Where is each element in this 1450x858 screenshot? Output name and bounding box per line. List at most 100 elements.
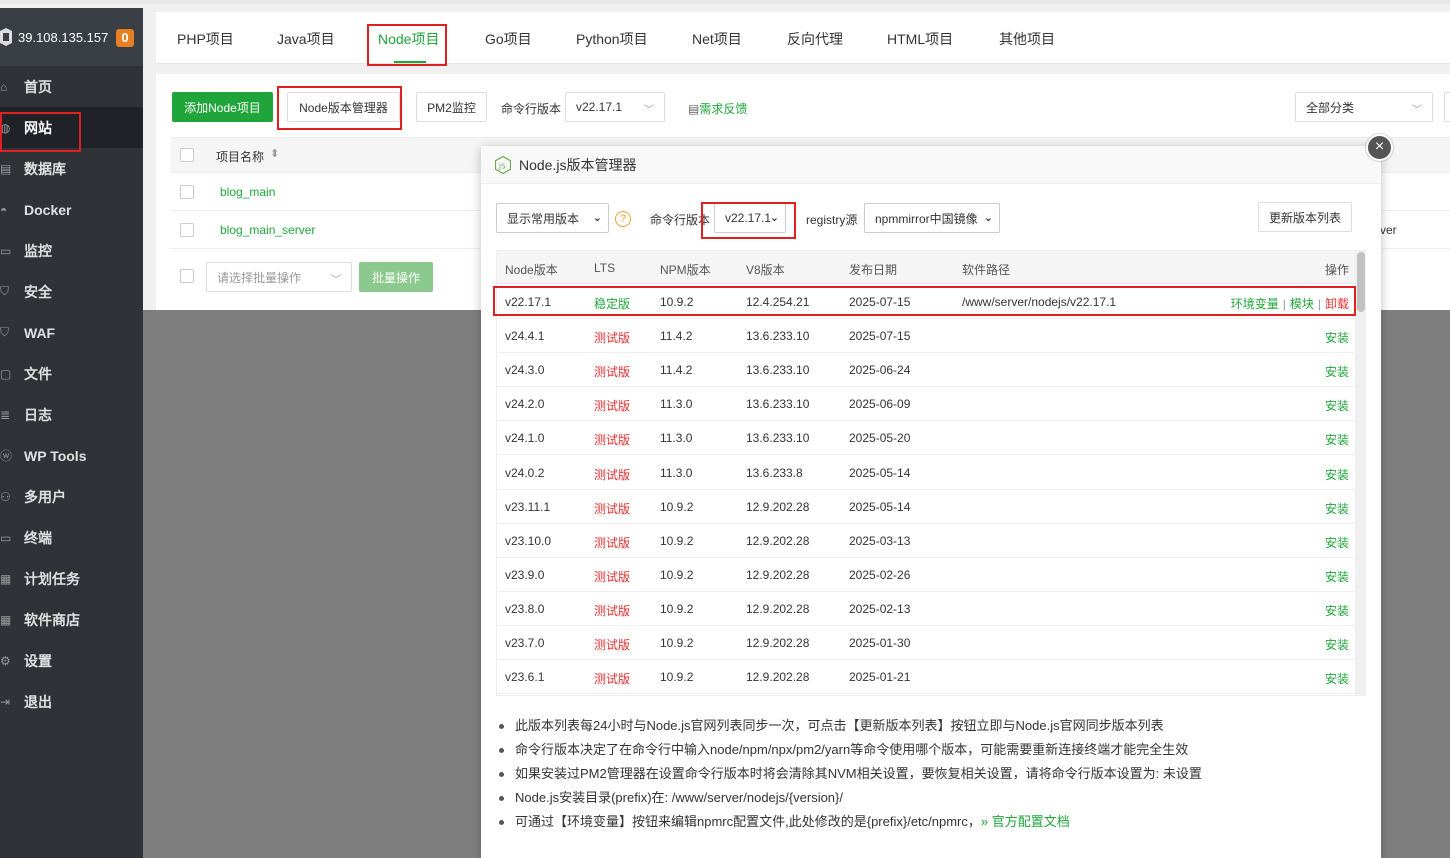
sidebar-item[interactable]: ▤ 数据库 [0, 148, 143, 189]
server-info[interactable]: 39.108.135.157 0 [0, 8, 143, 66]
project-link[interactable]: blog_main [220, 185, 275, 199]
col-project-name[interactable]: 项目名称 [216, 148, 264, 165]
node-version-cell: v23.10.0 [505, 533, 552, 548]
project-tab[interactable]: Go项目 [485, 29, 532, 49]
node-version-manager-button[interactable]: Node版本管理器 [287, 92, 400, 122]
sidebar-item[interactable]: ⇥ 退出 [0, 681, 143, 722]
install-link[interactable]: 安装 [1325, 570, 1349, 584]
sidebar-item[interactable]: ◓ Docker [0, 189, 143, 230]
node-version-cell: v23.9.0 [505, 567, 545, 582]
project-tab[interactable]: Net项目 [692, 29, 742, 49]
sidebar-item[interactable]: ▦ 软件商店 [0, 599, 143, 640]
sidebar-item[interactable]: ▦ 计划任务 [0, 558, 143, 599]
release-date-cell: 2025-05-14 [849, 499, 911, 514]
release-date-cell: 2025-02-26 [849, 567, 911, 582]
update-version-list-button[interactable]: 更新版本列表 [1258, 202, 1352, 232]
v8-version-cell: 13.6.233.8 [746, 465, 803, 480]
node-version-cell: v24.3.0 [505, 363, 545, 378]
feedback-link[interactable]: ▤需求反馈 [688, 100, 747, 117]
release-date-cell: 2025-01-21 [849, 670, 911, 685]
log-icon: ≣ [0, 407, 11, 422]
help-icon[interactable]: ? [615, 211, 631, 227]
install-link[interactable]: 安装 [1325, 536, 1349, 550]
install-link[interactable]: 安装 [1325, 638, 1349, 652]
batch-checkbox[interactable] [180, 269, 194, 283]
install-link[interactable]: 安装 [1325, 604, 1349, 618]
sidebar-item[interactable]: ⓦ WP Tools [0, 435, 143, 476]
modal-title-bar: JS Node.js版本管理器 [481, 146, 1381, 184]
cli-version-select[interactable]: v22.17.1 ﹀ [565, 92, 665, 122]
sidebar-item[interactable]: ▭ 终端 [0, 517, 143, 558]
project-tab[interactable]: Java项目 [277, 29, 335, 49]
docs-link[interactable]: » 官方配置文档 [981, 814, 1070, 829]
install-link[interactable]: 安装 [1325, 399, 1349, 413]
batch-operation-select[interactable]: 请选择批量操作 ﹀ [206, 262, 352, 292]
sort-icon[interactable]: ⬍ [270, 147, 279, 160]
chevron-down-icon: ⌄ [983, 212, 993, 224]
release-date-cell: 2025-05-20 [849, 431, 911, 446]
active-tab-underline [394, 61, 426, 63]
feedback-icon: ▤ [688, 102, 700, 116]
waf-shield-icon: ⛉ [0, 325, 10, 339]
batch-operation-button[interactable]: 批量操作 [359, 262, 433, 292]
sidebar-item[interactable]: ◍ 网站 [0, 107, 143, 148]
npm-version-cell: 11.3.0 [660, 431, 693, 446]
install-link[interactable]: 安装 [1325, 433, 1349, 447]
project-tab[interactable]: PHP项目 [177, 29, 234, 49]
alert-badge[interactable]: 0 [116, 29, 134, 47]
scrollbar-thumb[interactable] [1357, 252, 1365, 312]
actions-cell: 安装 [1325, 534, 1349, 551]
actions-cell: 安装 [1325, 568, 1349, 585]
sidebar-item[interactable]: ⛉ 安全 [0, 271, 143, 312]
version-table-scrollbar[interactable] [1356, 250, 1366, 696]
sidebar-item-label: 多用户 [24, 488, 66, 505]
project-tab[interactable]: HTML项目 [887, 29, 953, 49]
project-link[interactable]: blog_main_server [220, 223, 315, 237]
lts-cell: 测试版 [594, 399, 631, 414]
uninstall-link[interactable]: 卸载 [1325, 297, 1349, 311]
project-tab[interactable]: Node项目 [378, 29, 439, 49]
sidebar-item[interactable]: ▭ 监控 [0, 230, 143, 271]
node-version-cell: v22.17.1 [505, 295, 552, 309]
server-ip: 39.108.135.157 [18, 29, 109, 45]
row-checkbox[interactable] [180, 223, 194, 237]
row-checkbox[interactable] [180, 185, 194, 199]
sidebar-item-label: 安全 [24, 283, 52, 300]
version-filter-select[interactable]: 显示常用版本 ⌄ [496, 203, 609, 233]
lts-cell: 稳定版 [594, 297, 631, 311]
project-tab[interactable]: 反向代理 [787, 29, 843, 49]
registry-select[interactable]: npmmirror中国镜像 ⌄ [864, 203, 1000, 233]
install-link[interactable]: 安装 [1325, 468, 1349, 482]
sidebar-item[interactable]: ▢ 文件 [0, 353, 143, 394]
sidebar-item-label: 设置 [24, 652, 52, 669]
env-vars-link[interactable]: 环境变量 [1231, 297, 1279, 311]
module-link[interactable]: 模块 [1290, 297, 1314, 311]
project-tab[interactable]: Python项目 [576, 29, 648, 49]
v8-version-cell: 12.9.202.28 [746, 601, 810, 616]
release-date-cell: 2025-07-15 [849, 329, 911, 344]
sidebar-item-label: 日志 [24, 406, 52, 423]
actions-cell: 安装 [1325, 363, 1349, 380]
monitor-icon: ▭ [0, 243, 12, 258]
sidebar-item[interactable]: ⌂ 首页 [0, 66, 143, 107]
sidebar-item[interactable]: ⚇ 多用户 [0, 476, 143, 517]
category-select[interactable]: 全部分类 ﹀ [1295, 92, 1433, 122]
select-all-checkbox[interactable] [180, 148, 194, 162]
close-modal-button[interactable]: × [1366, 134, 1393, 161]
install-link[interactable]: 安装 [1325, 331, 1349, 345]
install-link[interactable]: 安装 [1325, 365, 1349, 379]
sidebar-item[interactable]: ⛉ WAF [0, 312, 143, 353]
search-box-clipped[interactable] [1444, 92, 1450, 122]
chevron-down-icon: ﹀ [1412, 105, 1422, 116]
pm2-monitor-button[interactable]: PM2监控 [416, 92, 487, 122]
install-link[interactable]: 安装 [1325, 502, 1349, 516]
modal-cli-version-select[interactable]: v22.17.1 ⌄ [714, 203, 786, 233]
note-text: 可通过【环境变量】按钮来编辑npmrc配置文件,此处修改的是{prefix}/e… [515, 814, 981, 829]
project-tab[interactable]: 其他项目 [999, 29, 1055, 49]
wordpress-icon: ⓦ [0, 449, 13, 463]
sidebar-item[interactable]: ⚙ 设置 [0, 640, 143, 681]
sidebar-item[interactable]: ≣ 日志 [0, 394, 143, 435]
add-node-project-button[interactable]: 添加Node项目 [172, 92, 273, 122]
install-link[interactable]: 安装 [1325, 672, 1349, 686]
node-version-table: Node版本 LTS NPM版本 V8版本 发布日期 软件路径 操作 v22.1… [496, 250, 1356, 696]
